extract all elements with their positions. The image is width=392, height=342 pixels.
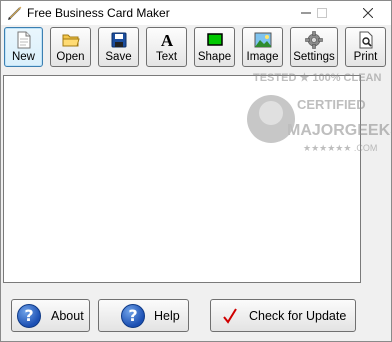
open-button[interactable]: Open — [50, 27, 91, 67]
shape-button-label: Shape — [197, 51, 232, 63]
close-button[interactable] — [353, 1, 383, 25]
app-window: Free Business Card Maker New Open Save A… — [0, 0, 392, 342]
check-for-update-label: Check for Update — [249, 308, 347, 323]
title-bar: Free Business Card Maker — [1, 1, 391, 25]
watermark-line4: ★★★★★★ .COM — [303, 143, 377, 153]
save-button[interactable]: Save — [98, 27, 139, 67]
close-icon — [363, 8, 373, 18]
watermark-line1: TESTED ★ 100% CLEAN — [253, 72, 382, 84]
text-button-label: Text — [155, 51, 178, 63]
settings-button[interactable]: Settings — [290, 27, 338, 67]
print-button[interactable]: Print — [345, 27, 386, 67]
save-button-label: Save — [105, 51, 132, 63]
open-button-label: Open — [56, 51, 85, 63]
question-mark-icon: ? — [17, 303, 41, 328]
print-button-label: Print — [353, 51, 378, 63]
check-mark-icon — [223, 307, 237, 324]
about-button[interactable]: ? About — [11, 299, 90, 332]
app-pen-icon — [8, 6, 22, 20]
folder-icon — [62, 31, 80, 49]
watermark-line3: MAJORGEEKS — [287, 122, 391, 139]
image-button-label: Image — [246, 51, 279, 63]
shape-button[interactable]: Shape — [194, 27, 235, 67]
text-button[interactable]: A Text — [146, 27, 187, 67]
help-button-label: Help — [154, 308, 180, 323]
majorgeeks-watermark: TESTED ★ 100% CLEAN CERTIFIED MAJORGEEKS… — [247, 72, 391, 153]
maximize-icon — [317, 8, 327, 18]
check-for-update-button[interactable]: Check for Update — [210, 299, 356, 332]
image-button[interactable]: Image — [242, 27, 283, 67]
gear-icon — [305, 31, 323, 49]
print-preview-icon — [357, 31, 375, 49]
floppy-disk-icon — [110, 31, 128, 49]
window-title: Free Business Card Maker — [27, 6, 170, 20]
help-button[interactable]: ? Help — [98, 299, 189, 332]
new-button[interactable]: New — [4, 27, 43, 67]
watermark-line2: CERTIFIED — [297, 97, 366, 112]
rectangle-shape-icon — [206, 31, 224, 49]
help-question-icon: ? — [121, 303, 145, 328]
new-button-label: New — [11, 51, 35, 63]
text-a-icon: A — [158, 31, 176, 49]
new-document-icon — [15, 31, 33, 49]
settings-button-label: Settings — [293, 51, 335, 63]
svg-text:A: A — [160, 32, 173, 48]
maximize-button[interactable] — [307, 1, 337, 25]
about-button-label: About — [51, 308, 84, 323]
picture-icon — [254, 31, 272, 49]
